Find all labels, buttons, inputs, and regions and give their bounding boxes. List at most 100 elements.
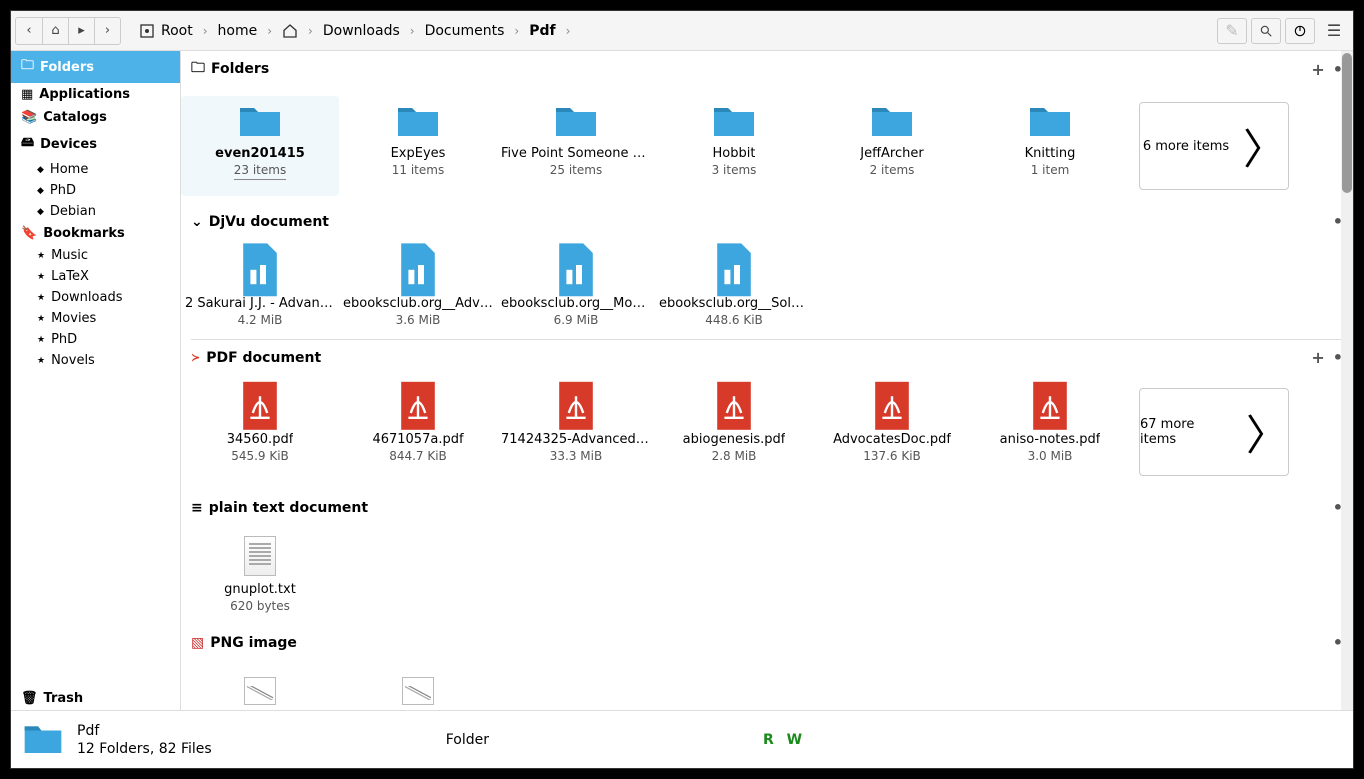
file-item[interactable]: 34560.pdf 545.9 KiB [181, 382, 339, 482]
edit-icon[interactable]: ✎ [1217, 18, 1247, 44]
breadcrumb: Root › home › › Downloads › Documents › … [131, 19, 1213, 43]
sidebar-item-label: Novels [51, 353, 95, 368]
sidebar-item-movies[interactable]: ★ Movies [11, 308, 180, 329]
folder-item[interactable]: Knitting 1 item [971, 96, 1129, 196]
item-meta: 3.0 MiB [1028, 449, 1073, 463]
disk-icon: ◆ [37, 186, 44, 196]
sidebar-item-phd[interactable]: ◆PhD [11, 180, 180, 201]
disk-icon: ◆ [37, 165, 44, 175]
item-meta: 137.6 KiB [863, 449, 921, 463]
content-area[interactable]: 🗀 Folders +• even201415 23 items ExpEyes [181, 51, 1353, 710]
crumb-user[interactable] [274, 19, 306, 43]
play-button[interactable]: ▸ [68, 18, 94, 44]
folder-item[interactable]: JeffArcher 2 items [813, 96, 971, 196]
sidebar-header-bookmarks[interactable]: 🔖 Bookmarks [11, 222, 180, 245]
add-icon[interactable]: + [1311, 60, 1324, 79]
sidebar-item-latex[interactable]: ★LaTeX [11, 266, 180, 287]
pdf-icon [236, 386, 284, 426]
sidebar-item-debian[interactable]: ◆Debian [11, 201, 180, 222]
group-header-folders[interactable]: 🗀 Folders +• [181, 51, 1353, 88]
folder-item[interactable]: ExpEyes 11 items [339, 96, 497, 196]
sidebar-item-phd-bm[interactable]: ★PhD [11, 329, 180, 350]
star-icon: ★ [37, 335, 45, 345]
search-icon[interactable] [1251, 18, 1281, 44]
sidebar-header-applications[interactable]: ▦ Applications [11, 83, 180, 106]
group-items-djvu: 2 Sakurai J.J. - Advanced ... 4.2 MiB eb… [181, 238, 1353, 339]
star-icon: ★ [37, 314, 45, 324]
file-item[interactable]: 71424325-Advanced-Quant... 33.3 MiB [497, 382, 655, 482]
group-header-pdf[interactable]: ≻ PDF document +• [181, 342, 1353, 374]
crumb-home[interactable]: home [210, 19, 266, 43]
sidebar-header-devices[interactable]: 🖴 Devices [11, 129, 180, 159]
sidebar-item-label: Debian [50, 204, 96, 219]
group-label: Folders [211, 61, 269, 77]
folder-item[interactable]: even201415 23 items [181, 96, 339, 196]
status-name: Pdf [77, 723, 212, 739]
sidebar-item-label: Movies [51, 311, 96, 326]
file-item[interactable]: fet-csplines.png 5.2 KiB [181, 667, 339, 710]
pdf-icon [710, 386, 758, 426]
main: 🗀 Folders ▦ Applications 📚 Catalogs 🖴 De… [11, 51, 1353, 710]
sidebar-header-catalogs[interactable]: 📚 Catalogs [11, 106, 180, 129]
home-button[interactable]: ⌂ [42, 18, 68, 44]
item-name: 34560.pdf [227, 432, 294, 447]
file-item[interactable]: aniso-notes.pdf 3.0 MiB [971, 382, 1129, 482]
file-item[interactable]: fet-sbezier.png 5.2 KiB [339, 667, 497, 710]
more-items-folders[interactable]: 6 more items 〉 [1139, 102, 1289, 190]
sidebar-item-downloads[interactable]: ★Downloads [11, 287, 180, 308]
file-item[interactable]: 2 Sakurai J.J. - Advanced ... 4.2 MiB [181, 246, 339, 331]
sidebar-item-label: LaTeX [51, 269, 89, 284]
item-name: gnuplot.txt [224, 582, 296, 597]
item-meta: 33.3 MiB [550, 449, 602, 463]
crumb-downloads[interactable]: Downloads [315, 19, 408, 43]
back-button[interactable]: ‹ [16, 18, 42, 44]
sidebar-header-folders[interactable]: 🗀 Folders [11, 51, 180, 83]
toolbar: ‹ ⌂ ▸ › Root › home › › Downloads › Docu… [11, 11, 1353, 51]
more-items-pdf[interactable]: 67 more items 〉 [1139, 388, 1289, 476]
sidebar-item-music[interactable]: ★Music [11, 245, 180, 266]
scrollbar-thumb[interactable] [1342, 53, 1352, 193]
add-icon[interactable]: + [1311, 348, 1324, 367]
item-name: ExpEyes [391, 146, 446, 161]
group-txt: ≡ plain text document • gnuplot.txt 620 … [181, 492, 1353, 625]
file-item[interactable]: gnuplot.txt 620 bytes [181, 532, 339, 617]
file-item[interactable]: ebooksclub.org__Solution... 448.6 KiB [655, 246, 813, 331]
pdf-icon [1026, 386, 1074, 426]
crumb-pdf[interactable]: Pdf [521, 19, 563, 43]
power-icon[interactable] [1285, 18, 1315, 44]
folder-icon [868, 100, 916, 140]
sidebar-item-home[interactable]: ◆Home [11, 159, 180, 180]
crumb-root[interactable]: Root [131, 19, 201, 43]
file-item[interactable]: 4671057a.pdf 844.7 KiB [339, 382, 497, 482]
folder-item[interactable]: Five Point Someone pdf 25 items [497, 96, 655, 196]
crumb-documents[interactable]: Documents [417, 19, 513, 43]
forward-button[interactable]: › [94, 18, 120, 44]
group-header-png[interactable]: ▧ PNG image • [181, 627, 1353, 659]
group-header-djvu[interactable]: ⌄ DjVu document • [181, 206, 1353, 238]
group-label: PDF document [206, 350, 321, 366]
item-name: Hobbit [713, 146, 756, 161]
chevron-right-icon: › [512, 24, 521, 38]
chevron-right-icon: › [408, 24, 417, 38]
file-item[interactable]: ebooksclub.org__Advance... 3.6 MiB [339, 246, 497, 331]
item-name: ebooksclub.org__Advance... [343, 296, 493, 311]
item-name: 2 Sakurai J.J. - Advanced ... [185, 296, 335, 311]
file-item[interactable]: ebooksclub.org__Modern_... 6.9 MiB [497, 246, 655, 331]
file-item[interactable]: abiogenesis.pdf 2.8 MiB [655, 382, 813, 482]
sidebar-trash[interactable]: 🗑 Trash [11, 687, 180, 710]
group-header-txt[interactable]: ≡ plain text document • [181, 492, 1353, 524]
item-meta: 6.9 MiB [554, 313, 599, 327]
scrollbar[interactable] [1341, 51, 1353, 710]
item-name: abiogenesis.pdf [683, 432, 786, 447]
menu-icon[interactable]: ☰ [1319, 18, 1349, 44]
png-file-icon [394, 671, 442, 710]
folder-icon [236, 100, 284, 140]
apps-icon: ▦ [21, 87, 33, 102]
file-item[interactable]: AdvocatesDoc.pdf 137.6 KiB [813, 382, 971, 482]
sidebar-item-label: Music [51, 248, 88, 263]
item-meta: 3.6 MiB [396, 313, 441, 327]
sidebar-label: Catalogs [43, 110, 107, 125]
folder-item[interactable]: Hobbit 3 items [655, 96, 813, 196]
crumb-label: Downloads [323, 23, 400, 39]
sidebar-item-novels[interactable]: ★Novels [11, 350, 180, 371]
